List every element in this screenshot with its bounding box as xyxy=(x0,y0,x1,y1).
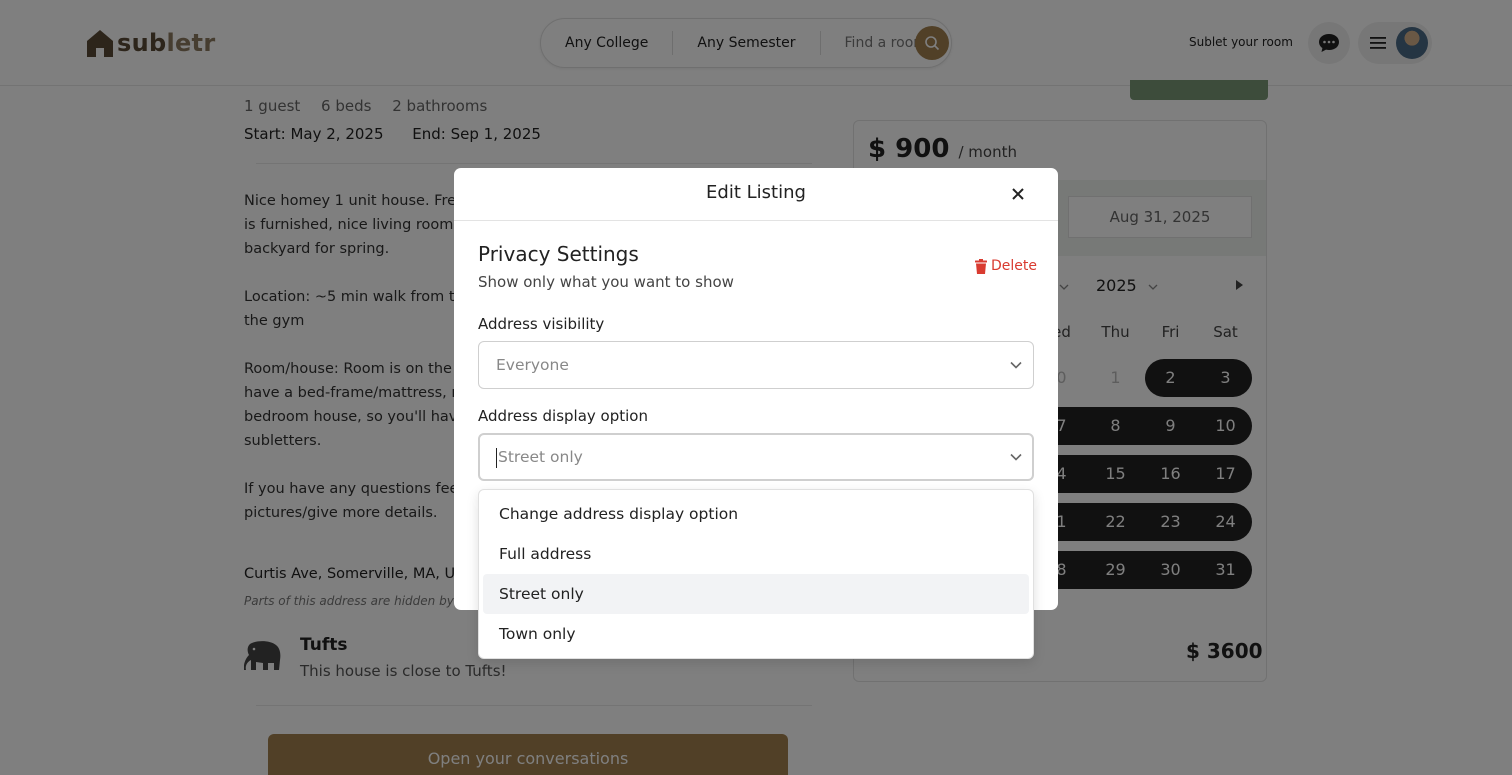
close-icon[interactable] xyxy=(1010,186,1026,202)
modal-title: Edit Listing xyxy=(706,182,806,203)
section-title: Privacy Settings xyxy=(478,242,639,266)
dropdown-option-full-address[interactable]: Full address xyxy=(483,534,1029,574)
address-visibility-label: Address visibility xyxy=(478,315,605,333)
dropdown-option-town-only[interactable]: Town only xyxy=(483,614,1029,654)
delete-button[interactable]: Delete xyxy=(975,258,1037,274)
modal-header: Edit Listing xyxy=(454,168,1058,221)
section-subtitle: Show only what you want to show xyxy=(478,273,734,291)
dropdown-option-street-only[interactable]: Street only xyxy=(483,574,1029,614)
address-display-select[interactable]: Street only xyxy=(478,433,1034,481)
text-cursor xyxy=(496,447,497,468)
delete-label: Delete xyxy=(991,258,1037,274)
address-visibility-select[interactable]: Everyone xyxy=(478,341,1034,389)
select-value: Everyone xyxy=(496,356,569,374)
select-value: Street only xyxy=(498,448,583,466)
address-display-label: Address display option xyxy=(478,407,648,425)
chevron-down-icon xyxy=(1010,453,1022,461)
address-display-dropdown: Change address display option Full addre… xyxy=(478,489,1034,659)
dropdown-option-header[interactable]: Change address display option xyxy=(483,494,1029,534)
trash-icon xyxy=(975,258,987,274)
chevron-down-icon xyxy=(1010,361,1022,369)
